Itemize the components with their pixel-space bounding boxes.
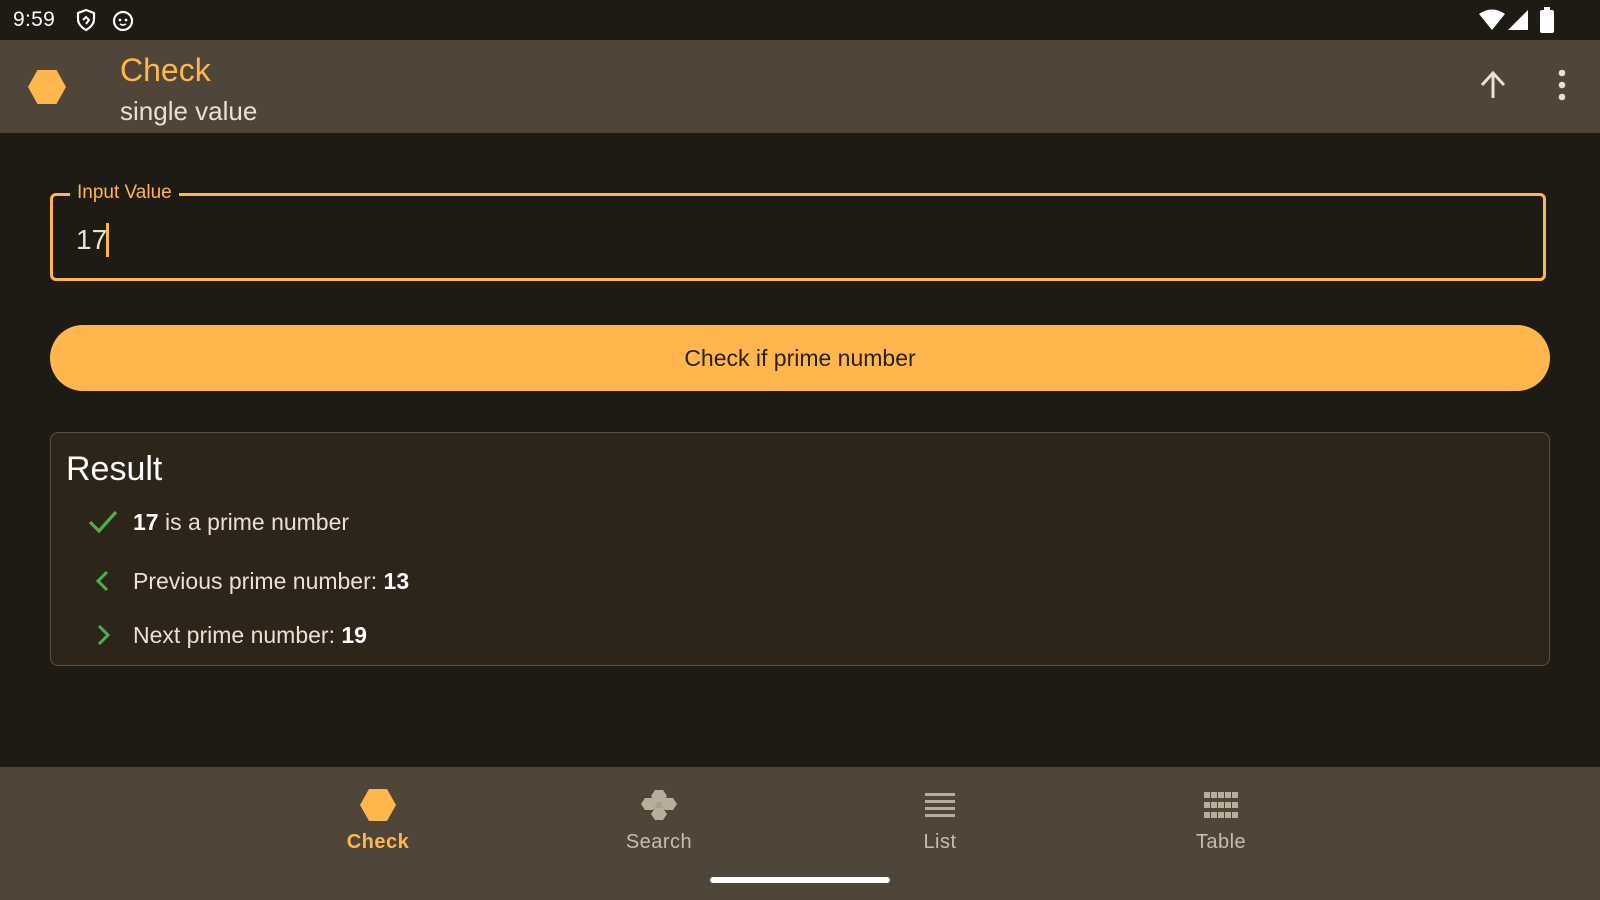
app-bar: Check single value [0, 40, 1600, 133]
text-cursor [106, 223, 109, 257]
status-time: 9:59 [13, 8, 56, 31]
input-value-label: Input Value [70, 182, 179, 204]
result-row-is-prime: 17 is a prime number [88, 504, 349, 540]
shield-icon [75, 8, 97, 37]
nav-item-table[interactable]: Table [1146, 785, 1296, 875]
nav-label-search: Search [625, 831, 693, 853]
nav-label-check: Check [346, 831, 410, 853]
chevron-right-icon [88, 620, 118, 650]
arrow-up-icon [1478, 70, 1508, 105]
status-bar: 9:59 [0, 0, 1600, 40]
page-subtitle: single value [120, 96, 258, 126]
check-prime-button[interactable]: Check if prime number [50, 325, 1550, 391]
more-vertical-icon [1557, 69, 1567, 106]
cat-face-icon [111, 8, 135, 37]
wifi-icon [1479, 9, 1505, 36]
result-row-next-prime: Next prime number: 19 [88, 617, 367, 653]
gesture-navigation-bar[interactable] [710, 877, 890, 883]
hexagon-icon [360, 785, 396, 825]
result-title: Result [66, 450, 163, 488]
nav-label-list: List [923, 831, 957, 853]
cluster-icon [641, 785, 677, 825]
battery-icon [1540, 7, 1554, 38]
result-is-prime-text: 17 is a prime number [133, 508, 350, 535]
grid-icon [1204, 785, 1238, 825]
page-title: Check [120, 52, 211, 88]
nav-label-table: Table [1195, 831, 1247, 853]
nav-item-search[interactable]: Search [584, 785, 734, 875]
cellular-signal-icon [1507, 9, 1529, 36]
hexagon-icon [28, 70, 66, 109]
check-icon [88, 507, 118, 537]
chevron-left-icon [88, 566, 118, 596]
result-previous-prime-text: Previous prime number: 13 [133, 567, 410, 594]
nav-item-check[interactable]: Check [303, 785, 453, 875]
more-options-button[interactable] [1542, 67, 1582, 107]
result-next-prime-text: Next prime number: 19 [133, 621, 367, 648]
list-icon [925, 785, 955, 825]
nav-item-list[interactable]: List [865, 785, 1015, 875]
scroll-up-button[interactable] [1473, 67, 1513, 107]
input-value-field[interactable] [76, 221, 1476, 259]
result-row-previous-prime: Previous prime number: 13 [88, 563, 409, 599]
